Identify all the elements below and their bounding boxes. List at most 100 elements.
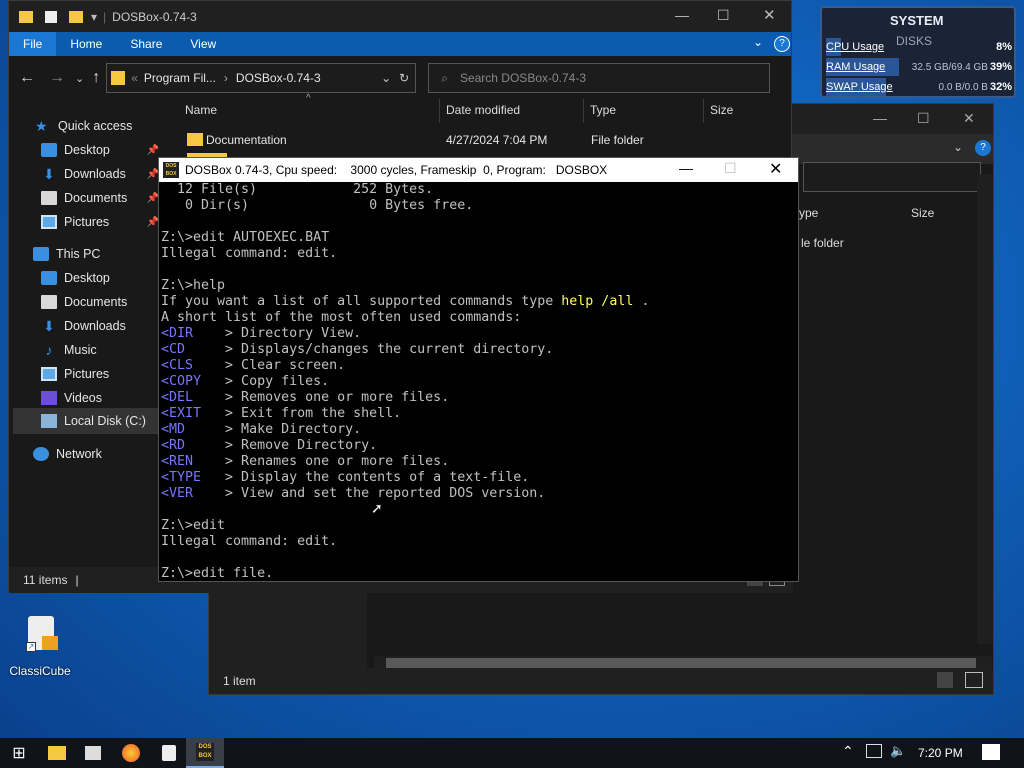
bg-scroll-thumb[interactable]	[386, 658, 976, 668]
bg-large-icons-view-icon[interactable]	[965, 672, 983, 688]
store-icon	[85, 746, 101, 760]
dosbox-window[interactable]: DOS BOX DOSBox 0.74-3, Cpu speed: 3000 c…	[158, 157, 799, 582]
nav-quick-documents[interactable]: Documents 📌	[41, 186, 165, 210]
bg-row-type: le folder	[801, 236, 844, 250]
nav-quick-pictures[interactable]: Pictures 📌	[41, 210, 165, 234]
cpu-usage-label: CPU Usage	[826, 41, 885, 53]
action-center-icon[interactable]	[982, 744, 1000, 760]
tab-share[interactable]: Share	[116, 32, 176, 56]
nav-quick-desktop[interactable]: Desktop 📌	[41, 138, 165, 162]
bg-maximize-button[interactable]: ☐	[917, 110, 930, 127]
minimize-button[interactable]: —	[675, 7, 689, 23]
nav-pc-pictures[interactable]: Pictures	[41, 362, 109, 386]
close-button[interactable]: ✕	[763, 6, 776, 24]
pin-icon[interactable]: 📌	[147, 145, 159, 156]
taskbar-classicube[interactable]	[150, 738, 188, 768]
command-name: <CD	[161, 342, 226, 357]
dosbox-titlebar[interactable]: DOS BOX DOSBox 0.74-3, Cpu speed: 3000 c…	[159, 158, 798, 182]
taskbar-firefox[interactable]	[112, 738, 150, 768]
desktop-icon-classicube[interactable]: ↗ ClassiCube	[8, 612, 72, 682]
start-button[interactable]: ⊞	[0, 738, 38, 768]
dosbox-maximize-button[interactable]: ☐	[724, 160, 737, 177]
breadcrumb-root[interactable]: Program Fil...	[144, 71, 216, 85]
bg-minimize-button[interactable]: —	[873, 110, 887, 126]
bg-help-icon[interactable]: ?	[975, 140, 991, 156]
command-description: > Make Directory.	[225, 422, 362, 437]
folder-icon	[187, 133, 203, 146]
bg-column-type[interactable]: ype	[799, 206, 818, 220]
tab-home[interactable]: Home	[56, 32, 116, 56]
bg-column-size[interactable]: Size	[911, 206, 934, 220]
bg-chevron-down-icon[interactable]: ⌄	[953, 140, 963, 154]
network-status-icon[interactable]	[866, 744, 882, 758]
help-icon[interactable]: ?	[774, 36, 790, 52]
console-prompt: Z:\>edit file.	[161, 566, 274, 581]
column-name[interactable]: Name	[185, 103, 217, 117]
file-type: File folder	[591, 133, 644, 147]
column-type[interactable]: Type	[590, 103, 616, 117]
nav-pc-videos[interactable]: Videos	[41, 386, 102, 410]
new-folder-icon[interactable]	[69, 10, 83, 23]
properties-icon[interactable]	[45, 10, 57, 23]
window-title: DOSBox-0.74-3	[112, 9, 197, 24]
back-button[interactable]: ←	[19, 69, 35, 87]
file-row[interactable]: Documentation 4/27/2024 7:04 PM File fol…	[187, 131, 787, 151]
pictures-icon	[41, 367, 57, 381]
quick-access-toolbar-dropdown-icon[interactable]: ▾	[91, 10, 97, 24]
tab-file[interactable]: File	[9, 32, 57, 56]
column-date-modified[interactable]: Date modified	[446, 103, 520, 117]
nav-this-pc[interactable]: This PC	[33, 242, 100, 266]
command-description: > View and set the reported DOS version.	[225, 486, 546, 501]
taskbar-dosbox[interactable]: DOS BOX	[186, 738, 224, 768]
nav-pc-documents[interactable]: Documents	[41, 290, 127, 314]
breadcrumb-overflow-icon[interactable]: «	[131, 71, 138, 85]
bg-details-view-icon[interactable]	[937, 672, 953, 688]
taskbar-clock[interactable]: 7:20 PM	[918, 746, 963, 760]
recent-locations-icon[interactable]: ⌄	[75, 72, 84, 85]
nav-quick-downloads[interactable]: ⬇ Downloads 📌	[41, 162, 165, 186]
column-divider[interactable]	[439, 99, 440, 123]
column-size[interactable]: Size	[710, 103, 733, 117]
classicube-taskbar-icon	[162, 745, 176, 761]
taskbar-file-explorer[interactable]	[38, 738, 76, 768]
windows-logo-icon: ⊞	[12, 745, 26, 762]
explorer-titlebar[interactable]: ▾ | DOSBox-0.74-3 — ☐ ✕	[9, 1, 791, 32]
nav-label: Videos	[64, 391, 102, 405]
ribbon-expand-icon[interactable]: ⌄	[753, 35, 763, 49]
dos-console[interactable]: 12 File(s) 252 Bytes. 0 Dir(s) 0 Bytes f…	[159, 182, 798, 582]
bg-vertical-scrollbar[interactable]	[977, 174, 993, 644]
address-dropdown-icon[interactable]: ⌄	[381, 71, 391, 85]
refresh-icon[interactable]: ↻	[399, 71, 409, 85]
up-button[interactable]: ↑	[92, 69, 100, 87]
nav-pc-music[interactable]: ♪ Music	[41, 338, 97, 362]
tab-view[interactable]: View	[176, 32, 230, 56]
nav-label: Downloads	[64, 167, 126, 181]
volume-muted-icon[interactable]: 🔈	[890, 743, 906, 759]
command-name: <MD	[161, 422, 226, 437]
bg-search-input[interactable]	[803, 162, 981, 192]
sort-up-icon: ^	[306, 93, 311, 104]
maximize-button[interactable]: ☐	[717, 7, 730, 24]
nav-network[interactable]: Network	[33, 442, 102, 466]
dosbox-minimize-button[interactable]: —	[679, 160, 693, 176]
column-divider[interactable]	[703, 99, 704, 123]
bg-close-button[interactable]: ✕	[963, 110, 975, 127]
breadcrumb-current[interactable]: DOSBox-0.74-3	[236, 71, 321, 85]
folder-icon	[19, 10, 33, 23]
taskbar-store[interactable]	[74, 738, 112, 768]
nav-pc-desktop[interactable]: Desktop	[41, 266, 110, 290]
dosbox-close-button[interactable]: ✕	[769, 159, 782, 179]
address-bar[interactable]: « Program Fil... › DOSBox-0.74-3 ⌄ ↻	[106, 63, 417, 93]
console-line: 12 File(s) 252 Bytes.	[161, 182, 434, 197]
command-name: <COPY	[161, 374, 226, 389]
nav-pc-local-disk[interactable]: Local Disk (C:)	[13, 408, 165, 434]
ram-usage-detail: 32.5 GB/69.4 GB	[911, 61, 988, 73]
forward-button[interactable]: →	[49, 69, 65, 87]
nav-pc-downloads[interactable]: ⬇ Downloads	[41, 314, 126, 338]
nav-label: Music	[64, 343, 97, 357]
search-input[interactable]: ⌕ Search DOSBox-0.74-3	[428, 63, 771, 93]
column-divider[interactable]	[583, 99, 584, 123]
nav-quick-access[interactable]: ★ Quick access	[35, 114, 132, 138]
show-hidden-icons-icon[interactable]: ⌃	[842, 743, 854, 760]
network-icon	[33, 447, 49, 461]
